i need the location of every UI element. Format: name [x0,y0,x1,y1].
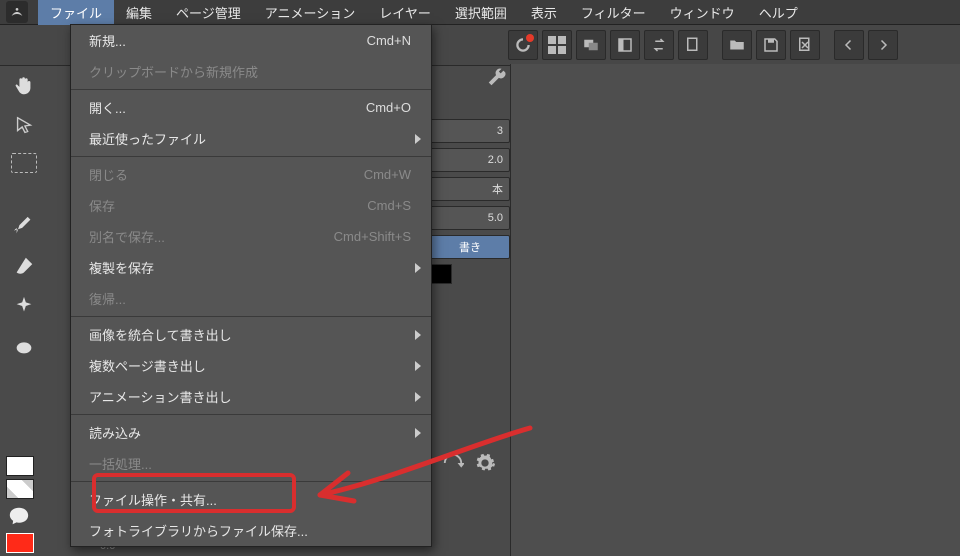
menu-item-アニメーション書き出し[interactable]: アニメーション書き出し [71,381,431,412]
spiral-icon[interactable] [508,30,538,60]
menu-item-フォトライブラリからファイル保存...[interactable]: フォトライブラリからファイル保存... [71,515,431,546]
pattern-swatch[interactable] [6,479,34,499]
menu-item-クリップボードから新規作成: クリップボードから新規作成 [71,56,431,87]
pen-tool-icon[interactable] [11,213,37,239]
submenu-arrow-icon [415,361,421,371]
submenu-arrow-icon [415,263,421,273]
sparkle-tool-icon[interactable] [11,293,37,319]
prop-field-2[interactable]: 2.0 [430,148,510,172]
windows-icon[interactable] [576,30,606,60]
grid-icon[interactable] [542,30,572,60]
wrench-icon[interactable] [484,64,510,90]
gear-icon[interactable] [472,450,498,476]
menu-item-最近使ったファイル[interactable]: 最近使ったファイル [71,123,431,154]
menu-item-保存: 保存Cmd+S [71,190,431,221]
menu-アニメーション[interactable]: アニメーション [253,0,367,25]
menu-item-複数ページ書き出し[interactable]: 複数ページ書き出し [71,350,431,381]
prop-field-4[interactable]: 5.0 [430,206,510,230]
swatch-area [6,453,52,556]
menu-item-一括処理...: 一括処理... [71,448,431,479]
menu-item-読み込み[interactable]: 読み込み [71,417,431,448]
menu-表示[interactable]: 表示 [519,0,569,25]
menu-item-開く...[interactable]: 開く...Cmd+O [71,92,431,123]
menu-ウィンドウ[interactable]: ウィンドウ [658,0,747,25]
canvas-area[interactable] [510,64,960,556]
cycle-icon[interactable] [440,450,466,476]
red-swatch[interactable] [6,533,34,553]
menu-レイヤー[interactable]: レイヤー [367,0,443,25]
prev-icon[interactable] [834,30,864,60]
menu-編集[interactable]: 編集 [114,0,164,25]
submenu-arrow-icon [415,428,421,438]
app-logo [6,1,28,23]
left-toolbar [0,65,48,359]
blob-tool-icon[interactable] [11,333,37,359]
submenu-arrow-icon [415,134,421,144]
swap-icon[interactable] [644,30,674,60]
prop-field-active[interactable]: 書き [430,235,510,259]
menu-item-閉じる: 閉じるCmd+W [71,159,431,190]
next-icon[interactable] [868,30,898,60]
pointer-tool-icon[interactable] [11,113,37,139]
panel-icon[interactable] [610,30,640,60]
brush-tool-icon[interactable] [11,253,37,279]
submenu-arrow-icon [415,392,421,402]
hand-tool-icon[interactable] [11,73,37,99]
save-icon[interactable] [756,30,786,60]
menu-item-ファイル操作・共有...[interactable]: ファイル操作・共有... [71,484,431,515]
menu-ページ管理[interactable]: ページ管理 [164,0,253,25]
submenu-arrow-icon [415,330,421,340]
speech-icon[interactable] [6,503,32,529]
folder-icon[interactable] [722,30,752,60]
menu-item-新規...[interactable]: 新規...Cmd+N [71,25,431,56]
menu-item-別名で保存...: 別名で保存...Cmd+Shift+S [71,221,431,252]
menubar: ファイル編集ページ管理アニメーションレイヤー選択範囲表示フィルターウィンドウヘル… [0,0,960,25]
menu-ヘルプ[interactable]: ヘルプ [747,0,810,25]
black-swatch[interactable] [430,264,452,284]
delete-icon[interactable] [790,30,820,60]
file-dropdown: 新規...Cmd+Nクリップボードから新規作成開く...Cmd+O最近使ったファ… [70,24,432,547]
prop-field-3[interactable]: 本 [430,177,510,201]
menu-item-復帰...: 復帰... [71,283,431,314]
menu-item-複製を保存[interactable]: 複製を保存 [71,252,431,283]
menu-選択範囲[interactable]: 選択範囲 [443,0,519,25]
prop-field-1[interactable]: 3 [430,119,510,143]
marquee-tool-icon[interactable] [11,153,37,173]
white-swatch[interactable] [6,456,34,476]
menu-ファイル[interactable]: ファイル [38,0,114,25]
menu-フィルター[interactable]: フィルター [569,0,658,25]
property-panel-peek: 3 2.0 本 5.0 書き [430,64,510,288]
menu-item-画像を統合して書き出し[interactable]: 画像を統合して書き出し [71,319,431,350]
new-doc-icon[interactable] [678,30,708,60]
